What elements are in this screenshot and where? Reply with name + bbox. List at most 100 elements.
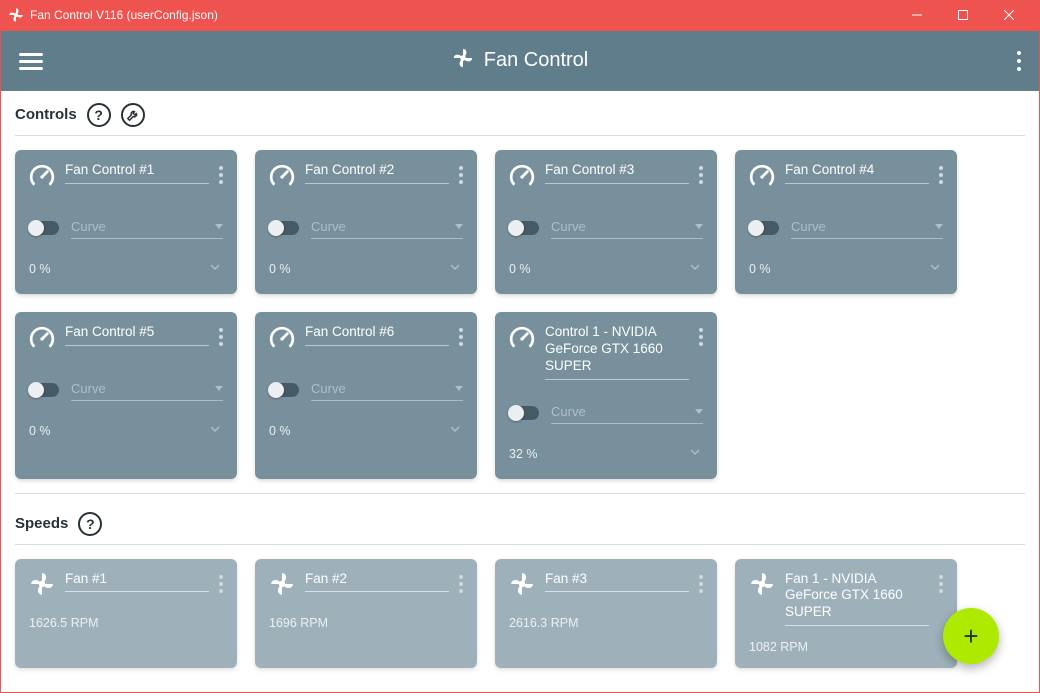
- fan-icon: [749, 571, 775, 602]
- control-more-button[interactable]: [939, 162, 943, 184]
- add-fab-button[interactable]: +: [943, 608, 999, 664]
- speed-rpm: 2616.3 RPM: [509, 616, 703, 630]
- speeds-help-button[interactable]: ?: [78, 512, 102, 536]
- chevron-down-icon: [215, 386, 223, 391]
- speed-more-button[interactable]: [459, 571, 463, 593]
- control-enable-toggle[interactable]: [509, 406, 539, 420]
- control-name-input[interactable]: Control 1 - NVIDIA GeForce GTX 1660 SUPE…: [545, 324, 689, 380]
- control-name-input[interactable]: Fan Control #2: [305, 162, 449, 184]
- close-button[interactable]: [986, 0, 1032, 30]
- speed-rpm: 1626.5 RPM: [29, 616, 223, 630]
- control-enable-toggle[interactable]: [29, 383, 59, 397]
- speed-rpm: 1082 RPM: [749, 640, 943, 654]
- gauge-icon: [29, 326, 55, 357]
- control-more-button[interactable]: [459, 324, 463, 346]
- expand-button[interactable]: [447, 421, 463, 442]
- header-more-button[interactable]: [1017, 51, 1021, 71]
- curve-select[interactable]: Curve: [791, 217, 943, 239]
- gauge-icon: [509, 326, 535, 357]
- gauge-icon: [29, 164, 55, 195]
- control-card: Fan Control #5 Curve 0 %: [15, 312, 237, 479]
- controls-grid: Fan Control #1 Curve 0 %: [15, 135, 1025, 494]
- control-enable-toggle[interactable]: [269, 221, 299, 235]
- control-name-input[interactable]: Fan Control #4: [785, 162, 929, 184]
- control-enable-toggle[interactable]: [269, 383, 299, 397]
- fan-icon: [509, 571, 535, 602]
- control-more-button[interactable]: [699, 324, 703, 346]
- control-name-input[interactable]: Fan Control #5: [65, 324, 209, 346]
- expand-button[interactable]: [447, 259, 463, 280]
- control-percent: 0 %: [269, 424, 291, 438]
- curve-select[interactable]: Curve: [551, 217, 703, 239]
- curve-select[interactable]: Curve: [551, 402, 703, 424]
- speed-card: Fan #1 1626.5 RPM: [15, 559, 237, 669]
- control-card: Fan Control #1 Curve 0 %: [15, 150, 237, 294]
- expand-button[interactable]: [927, 259, 943, 280]
- chevron-down-icon: [455, 224, 463, 229]
- control-percent: 0 %: [29, 262, 51, 276]
- speeds-grid: Fan #1 1626.5 RPM Fan #2 1696 RPM Fan #3: [15, 544, 1025, 683]
- control-more-button[interactable]: [219, 162, 223, 184]
- chevron-down-icon: [695, 409, 703, 414]
- header-title: Fan Control: [484, 49, 589, 72]
- control-name-input[interactable]: Fan Control #3: [545, 162, 689, 184]
- expand-button[interactable]: [207, 421, 223, 442]
- hamburger-menu-button[interactable]: [19, 49, 43, 73]
- curve-placeholder: Curve: [791, 219, 826, 234]
- gauge-icon: [509, 164, 535, 195]
- speed-more-button[interactable]: [699, 571, 703, 593]
- header-fan-icon: [452, 47, 474, 74]
- speed-more-button[interactable]: [939, 571, 943, 593]
- control-percent: 0 %: [509, 262, 531, 276]
- expand-button[interactable]: [687, 444, 703, 465]
- control-percent: 0 %: [269, 262, 291, 276]
- curve-select[interactable]: Curve: [71, 217, 223, 239]
- control-more-button[interactable]: [699, 162, 703, 184]
- titlebar: Fan Control V116 (userConfig.json): [0, 0, 1040, 30]
- curve-placeholder: Curve: [311, 219, 346, 234]
- app-fan-icon: [8, 7, 24, 23]
- controls-help-button[interactable]: ?: [87, 103, 111, 127]
- controls-section-label: Controls: [15, 106, 77, 123]
- control-card: Control 1 - NVIDIA GeForce GTX 1660 SUPE…: [495, 312, 717, 479]
- control-percent: 0 %: [749, 262, 771, 276]
- speeds-section-label: Speeds: [15, 515, 68, 532]
- speed-card: Fan #2 1696 RPM: [255, 559, 477, 669]
- control-card: Fan Control #6 Curve 0 %: [255, 312, 477, 479]
- speed-card: Fan #3 2616.3 RPM: [495, 559, 717, 669]
- gauge-icon: [269, 326, 295, 357]
- control-enable-toggle[interactable]: [509, 221, 539, 235]
- chevron-down-icon: [935, 224, 943, 229]
- curve-placeholder: Curve: [551, 404, 586, 419]
- curve-select[interactable]: Curve: [311, 217, 463, 239]
- control-more-button[interactable]: [459, 162, 463, 184]
- control-enable-toggle[interactable]: [29, 221, 59, 235]
- speed-name-input[interactable]: Fan #2: [305, 571, 449, 593]
- control-name-input[interactable]: Fan Control #1: [65, 162, 209, 184]
- expand-button[interactable]: [687, 259, 703, 280]
- chevron-down-icon: [455, 386, 463, 391]
- speed-name-input[interactable]: Fan #1: [65, 571, 209, 593]
- controls-configure-button[interactable]: [121, 103, 145, 127]
- speed-name-input[interactable]: Fan #3: [545, 571, 689, 593]
- control-enable-toggle[interactable]: [749, 221, 779, 235]
- curve-placeholder: Curve: [71, 219, 106, 234]
- control-more-button[interactable]: [219, 324, 223, 346]
- control-percent: 32 %: [509, 447, 538, 461]
- fan-icon: [29, 571, 55, 602]
- curve-placeholder: Curve: [311, 381, 346, 396]
- minimize-button[interactable]: [894, 0, 940, 30]
- fan-icon: [269, 571, 295, 602]
- speed-more-button[interactable]: [219, 571, 223, 593]
- maximize-button[interactable]: [940, 0, 986, 30]
- chevron-down-icon: [695, 224, 703, 229]
- curve-select[interactable]: Curve: [311, 379, 463, 401]
- speed-rpm: 1696 RPM: [269, 616, 463, 630]
- speed-name-input[interactable]: Fan 1 - NVIDIA GeForce GTX 1660 SUPER: [785, 571, 929, 627]
- curve-select[interactable]: Curve: [71, 379, 223, 401]
- control-card: Fan Control #3 Curve 0 %: [495, 150, 717, 294]
- control-card: Fan Control #2 Curve 0 %: [255, 150, 477, 294]
- plus-icon: +: [963, 621, 978, 652]
- expand-button[interactable]: [207, 259, 223, 280]
- control-name-input[interactable]: Fan Control #6: [305, 324, 449, 346]
